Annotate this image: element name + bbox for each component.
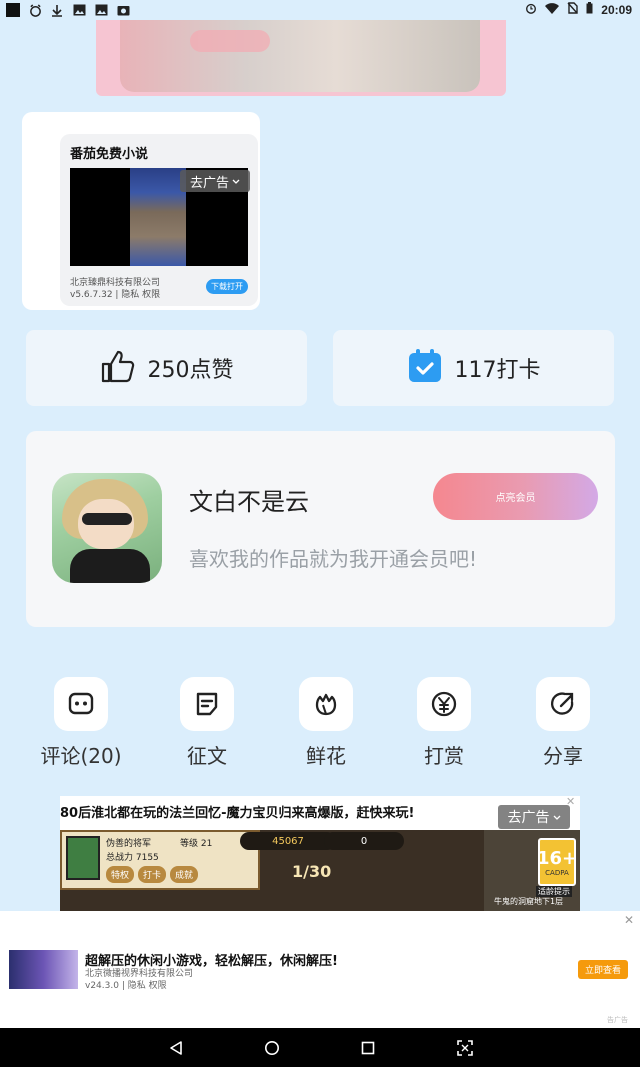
ad-card-title: 番茄免费小说 [70, 147, 149, 162]
yuan-icon [417, 677, 471, 731]
download-icon [50, 3, 64, 17]
system-nav-bar [0, 1028, 640, 1067]
ad-video-frame [130, 168, 186, 266]
avatar-glasses [82, 513, 132, 525]
wifi-icon [545, 2, 560, 17]
flower-button[interactable]: 鲜花 [286, 677, 366, 769]
essay-label: 征文 [187, 744, 227, 768]
character-buttons: 特权 打卡 成就 [106, 866, 199, 883]
banner-close-icon[interactable]: ✕ [624, 913, 634, 927]
gold-value: 45067 [272, 835, 304, 847]
privilege-tag: 特权 [106, 866, 135, 883]
like-count: 250点赞 [147, 358, 234, 383]
alarm-icon [525, 2, 537, 17]
activate-vip-button[interactable]: 点亮会员 [433, 473, 598, 520]
author-avatar[interactable] [52, 473, 162, 583]
no-sim-icon [567, 2, 578, 17]
checkin-tag: 打卡 [138, 866, 167, 883]
age-rating-badge: 16+ CADPA [536, 838, 578, 886]
ad-download-button[interactable]: 下载打开 [206, 279, 248, 294]
character-panel: 伪善的将军 等级 21 总战力 7155 特权 打卡 成就 [60, 830, 260, 890]
checkin-button[interactable]: 117打卡 [333, 330, 614, 406]
achievement-tag: 成就 [170, 866, 199, 883]
like-button[interactable]: 250点赞 [26, 330, 307, 406]
reward-label: 打赏 [424, 744, 464, 768]
back-icon[interactable] [166, 1038, 186, 1058]
reward-button[interactable]: 打赏 [404, 677, 484, 769]
essay-icon [180, 677, 234, 731]
avatar-body [70, 549, 150, 583]
app-notification-icon [6, 3, 20, 17]
share-button[interactable]: 分享 [523, 677, 603, 769]
banner-ad-thumbnail [9, 950, 78, 989]
character-name: 伪善的将军 [106, 839, 152, 849]
stage-progress: 1/30 [292, 862, 332, 881]
thumbs-up-icon [100, 348, 136, 388]
age-rating-org: CADPA [545, 868, 569, 877]
character-level: 等级 21 [180, 839, 213, 849]
game-ad-screenshot[interactable]: 伪善的将军 等级 21 总战力 7155 特权 打卡 成就 45067 0 1/… [60, 830, 580, 912]
comment-label: 评论(20) [40, 744, 122, 768]
vip-prompt-text: 喜欢我的作品就为我开通会员吧! [189, 547, 478, 571]
character-power: 总战力 7155 [106, 853, 159, 863]
remove-ad-label: 去广告 [189, 175, 229, 191]
gold-counter: 45067 [240, 832, 336, 850]
flower-label: 鲜花 [306, 744, 346, 768]
banner-view-button[interactable]: 立即查看 [578, 960, 628, 979]
camera-icon [116, 3, 130, 17]
status-bar-left-icons [6, 3, 130, 17]
home-icon[interactable] [262, 1038, 282, 1058]
work-cover-image[interactable] [96, 20, 506, 96]
chevron-down-icon [553, 809, 561, 825]
image-icon [72, 3, 86, 17]
comment-icon [54, 677, 108, 731]
cover-artwork [120, 20, 480, 92]
game-ad-remove-label: 去广告 [507, 810, 550, 826]
recents-icon[interactable] [358, 1038, 378, 1058]
share-label: 分享 [543, 744, 583, 768]
screenshot-icon[interactable] [455, 1038, 475, 1058]
character-portrait [66, 836, 100, 880]
gem-value: 0 [360, 835, 368, 847]
remove-ad-button[interactable]: 去广告 [180, 170, 250, 192]
calendar-check-icon [407, 348, 443, 388]
battery-icon [586, 2, 593, 17]
status-bar-right: 20:09 [525, 2, 632, 17]
ad-card-version[interactable]: v5.6.7.32 | 隐私 权限 [70, 287, 160, 300]
alarm-notification-icon [28, 3, 42, 17]
game-ad-title: 80后淮北都在玩的法兰回忆-魔力宝贝归来高爆版，赶快来玩! [60, 806, 415, 821]
gem-counter: 0 [324, 832, 404, 850]
cover-detail [190, 30, 270, 52]
clock: 20:09 [601, 2, 632, 17]
age-rating: 16+ [536, 847, 578, 869]
game-ad-remove-button[interactable]: 去广告 [498, 805, 570, 829]
gallery-icon [94, 3, 108, 17]
banner-ad-version[interactable]: v24.3.0 | 隐私 权限 [85, 978, 167, 991]
chevron-down-icon [232, 174, 240, 189]
essay-button[interactable]: 征文 [167, 677, 247, 769]
minimap-caption: 牛鬼的洞窟地下1层 [494, 897, 564, 906]
share-icon [536, 677, 590, 731]
age-hint: 适龄提示 [536, 886, 572, 897]
comment-button[interactable]: 评论(20) [40, 677, 122, 769]
author-name[interactable]: 文白不是云 [189, 482, 309, 517]
flower-icon [299, 677, 353, 731]
banner-ad-tag: 告广告 [607, 1016, 628, 1024]
checkin-count: 117打卡 [454, 358, 541, 383]
